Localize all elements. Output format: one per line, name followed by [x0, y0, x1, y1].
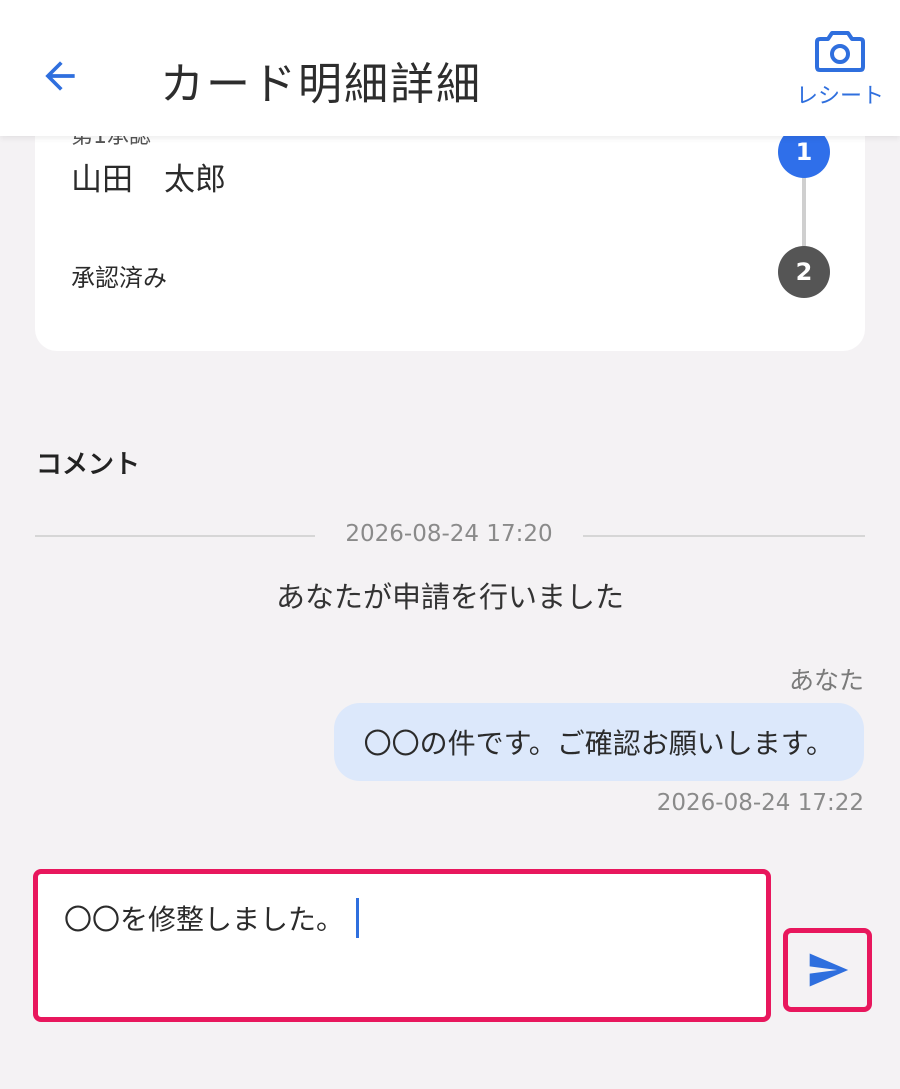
comment-input-text[interactable]: 〇〇を修整しました。: [64, 898, 344, 938]
text-caret: [356, 898, 360, 938]
message-timestamp: 2026-08-24 17:22: [656, 790, 864, 816]
comment-input[interactable]: 〇〇を修整しました。: [33, 869, 771, 1022]
step-badge-2: 2: [778, 246, 830, 298]
back-button[interactable]: [30, 46, 90, 106]
card-detail-screen: 第1承認 山田 太郎 承認済み 1 2 カード明細詳細 レシート コメント 20…: [0, 0, 900, 1089]
approver-name: 山田 太郎: [71, 162, 226, 198]
approval-card: 第1承認 山田 太郎 承認済み 1 2: [35, 110, 865, 351]
message-sender: あなた: [788, 666, 864, 695]
timeline-divider-right: [583, 535, 865, 537]
comments-heading: コメント: [36, 450, 141, 480]
send-icon: [809, 953, 848, 987]
receipt-label: レシート: [795, 84, 884, 109]
system-message: あなたが申請を行いました: [275, 580, 624, 614]
receipt-camera-button[interactable]: レシート: [790, 30, 890, 125]
page-title: カード明細詳細: [160, 59, 482, 110]
system-timestamp: 2026-08-24 17:20: [345, 521, 553, 547]
app-header: カード明細詳細 レシート: [0, 0, 900, 136]
camera-icon: [815, 31, 865, 72]
approval-status-label: 承認済み: [71, 264, 167, 292]
send-button[interactable]: [783, 928, 872, 1012]
timeline-divider-left: [35, 535, 315, 537]
message-bubble: 〇〇の件です。ご確認お願いします。: [333, 703, 864, 781]
arrow-left-icon: [45, 61, 75, 91]
